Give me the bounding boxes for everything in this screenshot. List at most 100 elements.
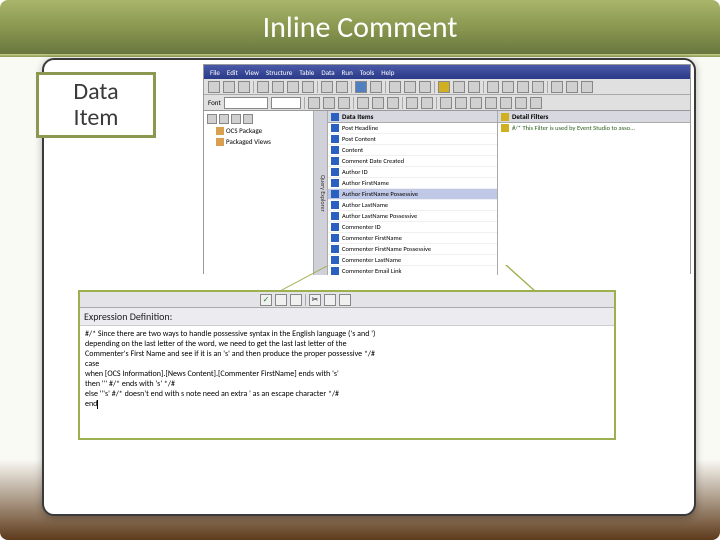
tab-icon[interactable] — [231, 114, 241, 124]
data-item-icon — [331, 201, 339, 209]
delete-icon[interactable] — [302, 81, 314, 93]
border-icon[interactable] — [440, 97, 452, 109]
fgcolor-icon[interactable] — [406, 97, 418, 109]
detail-filters-panel: Detail Filters #/* This Filter is used b… — [498, 111, 690, 275]
undo-icon[interactable] — [321, 81, 333, 93]
tab-icon[interactable] — [207, 114, 217, 124]
data-icon[interactable] — [500, 97, 512, 109]
tab-icon[interactable] — [243, 114, 253, 124]
var-icon[interactable] — [530, 97, 542, 109]
data-items-header-label: Data Items — [342, 112, 373, 121]
data-item-label: Commenter FirstName — [342, 234, 402, 242]
data-item-row[interactable]: Post Content — [328, 134, 497, 145]
parent-icon[interactable] — [515, 97, 527, 109]
data-item-row[interactable]: Content — [328, 145, 497, 156]
size-select[interactable] — [271, 97, 301, 109]
cut-icon[interactable] — [257, 81, 269, 93]
pivot-icon[interactable] — [502, 81, 514, 93]
filter-row[interactable]: #/* This Filter is used by Event Studio … — [498, 123, 690, 133]
data-item-icon — [331, 168, 339, 176]
more-icon[interactable] — [566, 81, 578, 93]
menu-view[interactable]: View — [245, 68, 259, 77]
cut-icon[interactable]: ✂ — [309, 294, 321, 306]
package-icon — [216, 127, 224, 135]
tree-item[interactable]: Packaged Views — [206, 136, 311, 147]
data-item-row[interactable]: Commenter FirstName Possessive — [328, 244, 497, 255]
menu-help[interactable]: Help — [381, 68, 394, 77]
redo-icon[interactable] — [336, 81, 348, 93]
data-item-row[interactable]: Commenter LastName — [328, 255, 497, 266]
data-item-icon — [331, 146, 339, 154]
data-item-icon — [331, 135, 339, 143]
query-explorer-tab[interactable]: Query Explorer — [314, 111, 328, 275]
menu-file[interactable]: File — [210, 68, 220, 77]
filter-icon — [501, 113, 509, 121]
open-icon[interactable] — [223, 81, 235, 93]
lock-icon[interactable] — [551, 81, 563, 93]
data-item-row[interactable]: Author ID — [328, 167, 497, 178]
data-item-row[interactable]: Author LastName — [328, 200, 497, 211]
menu-structure[interactable]: Structure — [266, 68, 293, 77]
tab-icon[interactable] — [219, 114, 229, 124]
padding-icon[interactable] — [455, 97, 467, 109]
agg-icon[interactable] — [517, 81, 529, 93]
data-item-icon — [331, 212, 339, 220]
paste-icon[interactable] — [287, 81, 299, 93]
package-tree[interactable]: OCS Package Packaged Views — [204, 111, 314, 275]
data-item-row[interactable]: Commenter ID — [328, 222, 497, 233]
menubar: File Edit View Structure Table Data Run … — [204, 65, 690, 79]
table-icon[interactable] — [389, 81, 401, 93]
app-screenshot: File Edit View Structure Table Data Run … — [203, 64, 691, 274]
data-item-row[interactable]: Author LastName Possessive — [328, 211, 497, 222]
menu-data[interactable]: Data — [321, 68, 334, 77]
menu-tools[interactable]: Tools — [360, 68, 375, 77]
data-item-row[interactable]: Author FirstName Possessive — [328, 189, 497, 200]
data-item-row[interactable]: Comment Date Created — [328, 156, 497, 167]
data-item-icon — [331, 234, 339, 242]
bold-icon[interactable] — [357, 97, 369, 109]
style-icon[interactable] — [470, 97, 482, 109]
expr-line: when [OCS Information].[News Content].[C… — [85, 369, 609, 379]
italic-icon[interactable] — [372, 97, 384, 109]
chart-icon[interactable] — [419, 81, 431, 93]
calc-icon[interactable] — [468, 81, 480, 93]
menu-edit[interactable]: Edit — [227, 68, 238, 77]
cond-icon[interactable] — [485, 97, 497, 109]
underline-icon[interactable] — [387, 97, 399, 109]
filter-icon[interactable] — [438, 81, 450, 93]
menu-table[interactable]: Table — [299, 68, 314, 77]
text-cursor — [97, 400, 98, 409]
font-select[interactable] — [224, 97, 268, 109]
data-item-row[interactable]: Post Headline — [328, 123, 497, 134]
data-item-row[interactable]: Commenter FirstName — [328, 233, 497, 244]
run-icon[interactable] — [355, 81, 367, 93]
select-col-icon[interactable] — [290, 294, 302, 306]
help-icon[interactable] — [581, 81, 593, 93]
expr-line: then ''' #/* ends with 's' */# — [85, 379, 609, 389]
expression-text[interactable]: #/* Since there are two ways to handle p… — [80, 326, 614, 412]
copy-icon[interactable] — [324, 294, 336, 306]
validate-icon[interactable] — [370, 81, 382, 93]
validate-icon[interactable]: ✓ — [260, 294, 272, 306]
expr-line: end — [85, 399, 97, 409]
new-icon[interactable] — [208, 81, 220, 93]
menu-run[interactable]: Run — [342, 68, 353, 77]
data-item-callout: Data Item — [36, 72, 156, 138]
save-icon[interactable] — [238, 81, 250, 93]
data-items-header: Data Items — [328, 111, 497, 123]
select-table-icon[interactable] — [275, 294, 287, 306]
tree-item[interactable]: OCS Package — [206, 125, 311, 136]
align-right-icon[interactable] — [338, 97, 350, 109]
bgcolor-icon[interactable] — [421, 97, 433, 109]
filter-text: #/* This Filter is used by Event Studio … — [512, 124, 635, 132]
copy-icon[interactable] — [272, 81, 284, 93]
sort-icon[interactable] — [453, 81, 465, 93]
align-left-icon[interactable] — [308, 97, 320, 109]
expr-line: depending on the last letter of the word… — [85, 339, 609, 349]
insert-icon[interactable] — [404, 81, 416, 93]
group-icon[interactable] — [487, 81, 499, 93]
paste-icon[interactable] — [339, 294, 351, 306]
data-item-row[interactable]: Author FirstName — [328, 178, 497, 189]
align-center-icon[interactable] — [323, 97, 335, 109]
section-icon[interactable] — [532, 81, 544, 93]
